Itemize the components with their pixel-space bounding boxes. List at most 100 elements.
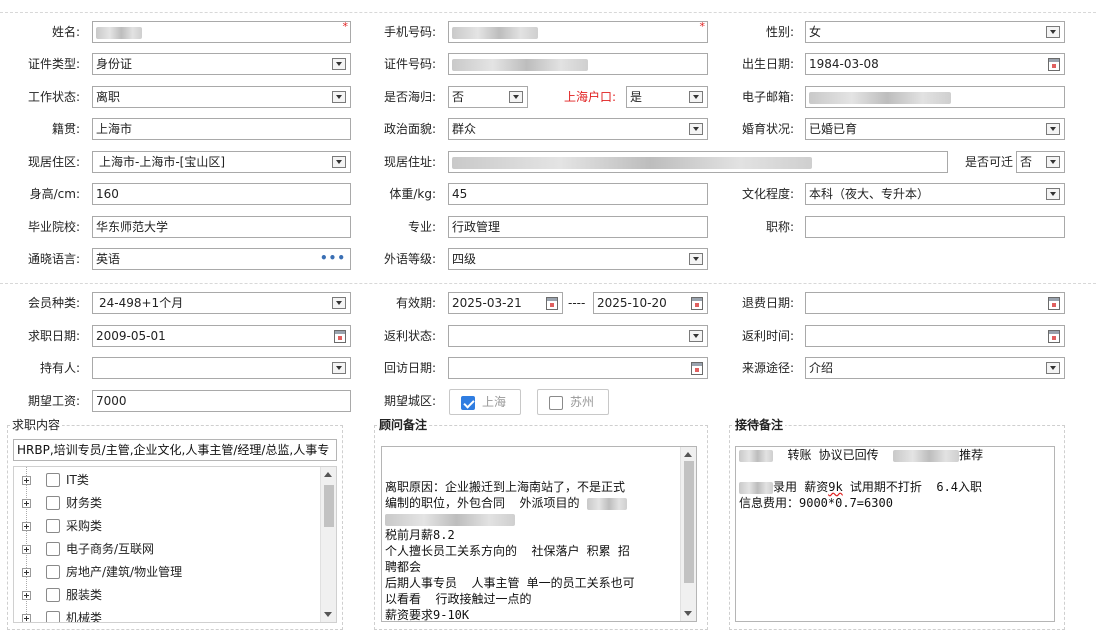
- calendar-icon[interactable]: [1048, 58, 1060, 71]
- rebate-status-select[interactable]: [448, 325, 708, 347]
- expand-icon[interactable]: [22, 614, 31, 622]
- scroll-up-icon[interactable]: [684, 452, 692, 457]
- checkbox-icon[interactable]: [46, 496, 60, 510]
- chevron-down-icon[interactable]: [509, 91, 523, 103]
- refund-date-field[interactable]: [805, 292, 1065, 314]
- scroll-down-icon[interactable]: [684, 611, 692, 616]
- chevron-down-icon[interactable]: [1046, 188, 1060, 200]
- marital-select[interactable]: 已婚已育: [805, 118, 1065, 140]
- title-field[interactable]: [805, 216, 1065, 238]
- checkbox-icon[interactable]: [46, 519, 60, 533]
- advisor-notes-textarea[interactable]: 离职原因：企业搬迁到上海南站了，不是正式 编制的职位，外包合同 外派项目的 税前月薪…: [381, 446, 697, 622]
- language-field[interactable]: 英语 •••: [92, 248, 351, 270]
- tree-scrollbar[interactable]: [320, 467, 336, 622]
- salary-field[interactable]: 7000: [92, 390, 351, 412]
- valid-to-field[interactable]: 2025-10-20: [593, 292, 708, 314]
- chevron-down-icon[interactable]: [332, 91, 346, 103]
- height-field[interactable]: 160: [92, 183, 351, 205]
- tree-item-label: 服装类: [66, 588, 103, 602]
- chevron-down-icon[interactable]: [332, 297, 346, 309]
- city-option-shanghai[interactable]: 上海: [449, 389, 521, 415]
- rebate-time-field[interactable]: [805, 325, 1065, 347]
- visit-date-field[interactable]: [448, 357, 708, 379]
- checkbox-checked-icon[interactable]: [461, 396, 475, 410]
- scroll-up-icon[interactable]: [324, 472, 332, 477]
- birth-date-field[interactable]: 1984-03-08: [805, 53, 1065, 75]
- scroll-thumb[interactable]: [684, 461, 694, 583]
- calendar-icon[interactable]: [691, 297, 703, 310]
- checkbox-icon[interactable]: [46, 473, 60, 487]
- chevron-down-icon[interactable]: [1046, 26, 1060, 38]
- more-icon[interactable]: •••: [320, 251, 346, 265]
- calendar-icon[interactable]: [691, 362, 703, 375]
- visit-date-label: 回访日期:: [383, 361, 436, 375]
- native-value: 上海市: [96, 122, 133, 136]
- scroll-down-icon[interactable]: [324, 612, 332, 617]
- chevron-down-icon[interactable]: [689, 330, 703, 342]
- hukou-select[interactable]: 是: [626, 86, 708, 108]
- advisor-scrollbar[interactable]: [680, 447, 696, 621]
- source-select[interactable]: 介绍: [805, 357, 1065, 379]
- chevron-down-icon[interactable]: [689, 253, 703, 265]
- gender-select[interactable]: 女: [805, 21, 1065, 43]
- chevron-down-icon[interactable]: [332, 58, 346, 70]
- relocate-select[interactable]: 否: [1016, 151, 1065, 173]
- political-select[interactable]: 群众: [448, 118, 708, 140]
- checkbox-icon[interactable]: [46, 542, 60, 556]
- school-field[interactable]: 华东师范大学: [92, 216, 351, 238]
- residence-label: 现居住区:: [27, 155, 80, 169]
- calendar-icon[interactable]: [1048, 297, 1060, 310]
- city-option-label: 上海: [482, 395, 507, 409]
- redacted-text: [739, 449, 773, 462]
- checkbox-icon[interactable]: [46, 611, 60, 622]
- weight-field[interactable]: 45: [448, 183, 708, 205]
- email-field[interactable]: [805, 86, 1065, 108]
- job-content-selected[interactable]: HRBP,培训专员/主管,企业文化,人事主管/经理/总监,人事专: [13, 439, 337, 461]
- job-date-field[interactable]: 2009-05-01: [92, 325, 351, 347]
- id-type-select[interactable]: 身份证: [92, 53, 351, 75]
- city-option-suzhou[interactable]: 苏州: [537, 389, 609, 415]
- phone-field[interactable]: *: [448, 21, 708, 43]
- checkbox-icon[interactable]: [46, 565, 60, 579]
- residence-select[interactable]: 上海市-上海市-[宝山区]: [92, 151, 351, 173]
- chevron-down-icon[interactable]: [689, 91, 703, 103]
- scroll-thumb[interactable]: [324, 485, 334, 527]
- holder-select[interactable]: [92, 357, 351, 379]
- expand-icon[interactable]: [22, 522, 31, 531]
- major-field[interactable]: 行政管理: [448, 216, 708, 238]
- address-field[interactable]: [448, 151, 948, 173]
- reception-notes-textarea[interactable]: 转账 协议已回传 推荐 录用 薪资9k 试用期不打折 6.4入职 信息费用：90…: [735, 446, 1055, 622]
- valid-from-field[interactable]: 2025-03-21: [448, 292, 563, 314]
- chevron-down-icon[interactable]: [1046, 156, 1060, 168]
- work-status-select[interactable]: 离职: [92, 86, 351, 108]
- chevron-down-icon[interactable]: [332, 362, 346, 374]
- education-select[interactable]: 本科（夜大、专升本）: [805, 183, 1065, 205]
- chevron-down-icon[interactable]: [689, 123, 703, 135]
- calendar-icon[interactable]: [1048, 330, 1060, 343]
- redacted-email: [809, 91, 951, 104]
- chevron-down-icon[interactable]: [1046, 123, 1060, 135]
- chevron-down-icon[interactable]: [332, 156, 346, 168]
- lang-level-select[interactable]: 四级: [448, 248, 708, 270]
- expand-icon[interactable]: [22, 476, 31, 485]
- expand-icon[interactable]: [22, 545, 31, 554]
- member-type-select[interactable]: 24-498+1个月: [92, 292, 351, 314]
- member-type-label: 会员种类:: [27, 296, 80, 310]
- tree-item-label: 机械类: [66, 611, 103, 623]
- checkbox-icon[interactable]: [549, 396, 563, 410]
- id-no-field[interactable]: [448, 53, 708, 75]
- chevron-down-icon[interactable]: [1046, 362, 1060, 374]
- expand-icon[interactable]: [22, 568, 31, 577]
- expand-icon[interactable]: [22, 591, 31, 600]
- calendar-icon[interactable]: [334, 330, 346, 343]
- address-label: 现居住址:: [383, 155, 436, 169]
- returnee-select[interactable]: 否: [448, 86, 528, 108]
- calendar-icon[interactable]: [546, 297, 558, 310]
- checkbox-icon[interactable]: [46, 588, 60, 602]
- expand-icon[interactable]: [22, 499, 31, 508]
- native-field[interactable]: 上海市: [92, 118, 351, 140]
- name-field[interactable]: *: [92, 21, 351, 43]
- gender-value: 女: [809, 25, 822, 39]
- redacted-id: [452, 58, 588, 71]
- job-category-tree[interactable]: IT类 财务类 采购类 电子商务/互联网 房地产/建筑/物业管理 服装类 机械类: [13, 466, 337, 623]
